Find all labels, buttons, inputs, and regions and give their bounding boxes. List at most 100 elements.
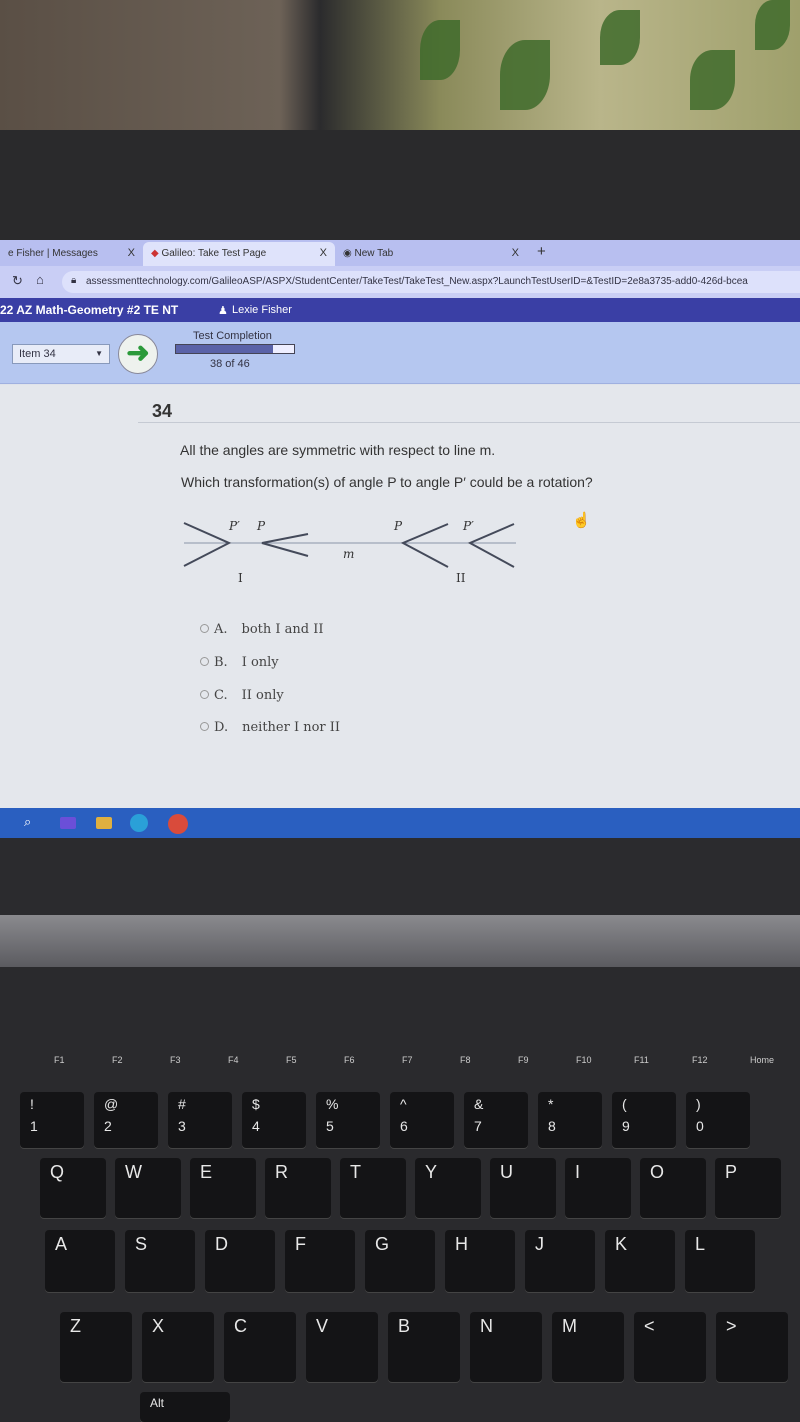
key-f3[interactable]: F3: [170, 1055, 181, 1065]
test-toolbar: Item 34 ▼ ➜ Test Completion 38 of 46: [0, 322, 800, 384]
key-m[interactable]: M: [552, 1312, 624, 1382]
question-number: 34: [152, 401, 173, 421]
key-0[interactable]: ) 0: [686, 1092, 750, 1148]
laptop-screen: e Fisher | Messages X ◆ Galileo: Take Tes…: [0, 240, 800, 840]
key-period[interactable]: >: [716, 1312, 788, 1382]
user-name: Lexie Fisher: [232, 304, 292, 316]
completion-label: Test Completion: [193, 330, 272, 342]
meet-icon[interactable]: [60, 817, 76, 829]
close-tab-icon[interactable]: X: [320, 247, 327, 259]
key-w[interactable]: W: [115, 1158, 181, 1218]
lock-icon: 🔒︎: [71, 275, 77, 286]
key-8[interactable]: * 8: [538, 1092, 602, 1148]
radio-icon[interactable]: [200, 690, 209, 699]
key-f5[interactable]: F5: [286, 1055, 297, 1065]
key-f12[interactable]: F12: [692, 1055, 708, 1065]
key-shift-symbol: *: [548, 1096, 554, 1112]
radio-icon[interactable]: [200, 624, 209, 633]
key-u[interactable]: U: [490, 1158, 556, 1218]
key-f2[interactable]: F2: [112, 1055, 123, 1065]
option-a[interactable]: A. both I and II: [200, 622, 324, 637]
key-b[interactable]: B: [388, 1312, 460, 1382]
key-f7[interactable]: F7: [402, 1055, 413, 1065]
key-3[interactable]: #3: [168, 1092, 232, 1148]
item-select[interactable]: Item 34 ▼: [12, 344, 110, 364]
home-icon[interactable]: ⌂: [36, 272, 44, 287]
option-text: I only: [241, 655, 279, 670]
key-f1[interactable]: F1: [54, 1055, 65, 1065]
key-1[interactable]: ! 1: [20, 1092, 84, 1148]
key-digit: 7: [474, 1118, 482, 1134]
tab-galileo[interactable]: ◆ Galileo: Take Test Page X: [143, 242, 335, 266]
key-y[interactable]: Y: [415, 1158, 481, 1218]
key-t[interactable]: T: [340, 1158, 406, 1218]
key-shift-symbol: &: [474, 1096, 484, 1112]
key-v[interactable]: V: [306, 1312, 378, 1382]
search-icon[interactable]: ⌕: [24, 814, 31, 830]
key-j[interactable]: J: [525, 1230, 595, 1292]
angle-ii-p: [400, 523, 449, 568]
reload-icon[interactable]: ↻: [12, 273, 23, 289]
key-l[interactable]: L: [685, 1230, 755, 1292]
new-tab-button[interactable]: +: [537, 243, 546, 260]
url-input[interactable]: 🔒︎ assessmenttechnology.com/GalileoASP/AS…: [62, 271, 800, 293]
key-o[interactable]: O: [640, 1158, 706, 1218]
key-f10[interactable]: F10: [576, 1055, 592, 1065]
key-home[interactable]: Home: [750, 1055, 774, 1065]
key-k[interactable]: K: [605, 1230, 675, 1292]
option-letter: A.: [214, 622, 228, 637]
user-icon: ♟: [218, 305, 228, 317]
key-7[interactable]: & 7: [464, 1092, 528, 1148]
key-4[interactable]: $4: [242, 1092, 306, 1148]
key-r[interactable]: R: [265, 1158, 331, 1218]
key-x[interactable]: X: [142, 1312, 214, 1382]
key-d[interactable]: D: [205, 1230, 275, 1292]
radio-icon[interactable]: [200, 657, 209, 666]
radio-icon[interactable]: [200, 722, 209, 731]
tab-label: e Fisher | Messages: [8, 248, 98, 259]
key-alt[interactable]: Alt: [140, 1392, 230, 1422]
option-text: II only: [241, 688, 284, 703]
key-s[interactable]: S: [125, 1230, 195, 1292]
option-text: neither I nor II: [242, 720, 341, 735]
key-z[interactable]: Z: [60, 1312, 132, 1382]
label-figure-i: I: [238, 571, 243, 585]
key-digit: 1: [30, 1118, 38, 1134]
tab-new-tab[interactable]: ◉ New Tab X: [335, 242, 527, 266]
progress-fill: [176, 345, 274, 353]
key-f9[interactable]: F9: [518, 1055, 529, 1065]
key-2[interactable]: @2: [94, 1092, 158, 1148]
key-comma[interactable]: <: [634, 1312, 706, 1382]
key-f11[interactable]: F11: [634, 1055, 649, 1065]
key-h[interactable]: H: [445, 1230, 515, 1292]
key-f4[interactable]: F4: [228, 1055, 239, 1065]
chrome-icon[interactable]: [168, 814, 188, 834]
key-i[interactable]: I: [565, 1158, 631, 1218]
key-f[interactable]: F: [285, 1230, 355, 1292]
key-p[interactable]: P: [715, 1158, 781, 1218]
option-b[interactable]: B. I only: [200, 655, 279, 670]
option-c[interactable]: C. II only: [200, 688, 284, 703]
edge-icon[interactable]: [130, 814, 148, 832]
option-d[interactable]: D. neither I nor II: [200, 720, 340, 735]
key-6[interactable]: ^ 6: [390, 1092, 454, 1148]
key-f8[interactable]: F8: [460, 1055, 471, 1065]
key-5[interactable]: % 5: [316, 1092, 380, 1148]
key-f6[interactable]: F6: [344, 1055, 355, 1065]
key-digit: 0: [696, 1118, 704, 1134]
key-q[interactable]: Q: [40, 1158, 106, 1218]
file-explorer-icon[interactable]: [96, 817, 112, 829]
close-tab-icon[interactable]: X: [512, 247, 519, 259]
key-e[interactable]: E: [190, 1158, 256, 1218]
close-tab-icon[interactable]: X: [128, 247, 135, 259]
key-shift-symbol: %: [326, 1096, 339, 1112]
next-arrow-button[interactable]: ➜: [118, 334, 158, 374]
url-text: assessmenttechnology.com/GalileoASP/ASPX…: [86, 276, 748, 287]
key-n[interactable]: N: [470, 1312, 542, 1382]
key-c[interactable]: C: [224, 1312, 296, 1382]
key-a[interactable]: A: [45, 1230, 115, 1292]
tab-messages[interactable]: e Fisher | Messages X: [0, 242, 143, 266]
key-g[interactable]: G: [365, 1230, 435, 1292]
key-digit: 2: [104, 1118, 112, 1134]
key-9[interactable]: (9: [612, 1092, 676, 1148]
